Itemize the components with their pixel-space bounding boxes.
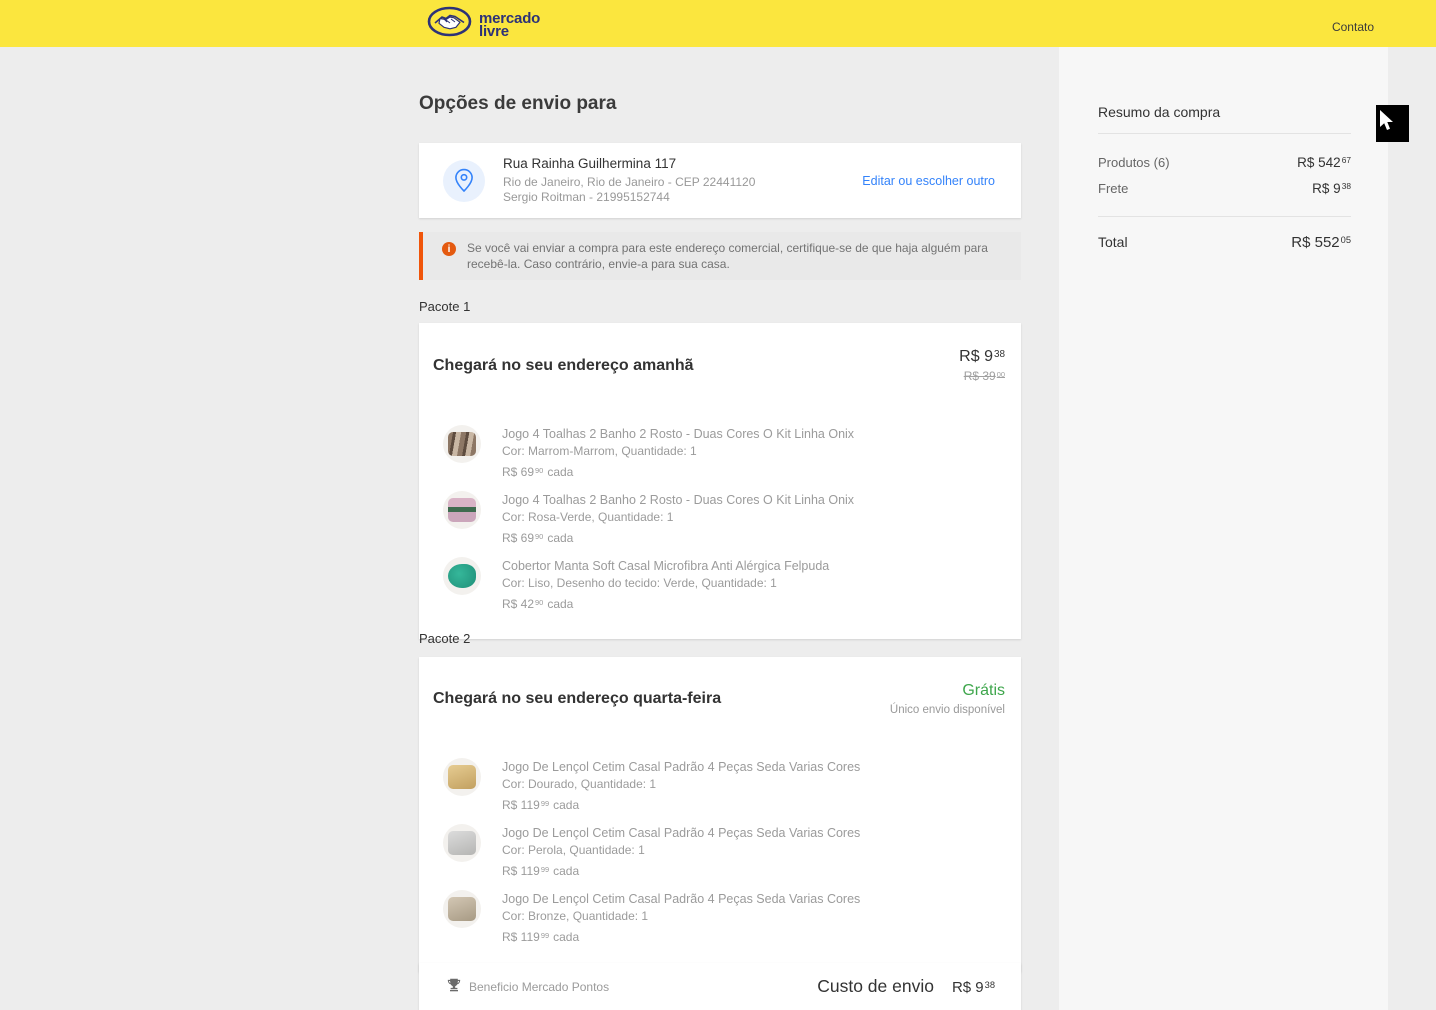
- package-2-label: Pacote 2: [419, 631, 471, 646]
- cost-group: Custo de envio R$ 938: [817, 976, 995, 997]
- product-title: Cobertor Manta Soft Casal Microfibra Ant…: [502, 559, 830, 573]
- product-thumbnail: [443, 425, 481, 463]
- product-title: Jogo 4 Toalhas 2 Banho 2 Rosto - Duas Co…: [502, 427, 855, 441]
- summary-row-products: Produtos (6) R$ 54267: [1098, 155, 1351, 170]
- package-1-label: Pacote 1: [419, 299, 471, 314]
- benefit-label: Beneficio Mercado Pontos: [469, 979, 610, 994]
- shipping-cost-value: R$ 938: [951, 979, 995, 996]
- product-thumbnail: [443, 824, 481, 862]
- product-row: Jogo 4 Toalhas 2 Banho 2 Rosto - Duas Co…: [419, 425, 1021, 479]
- summary-panel: Resumo da compra Produtos (6) R$ 54267 F…: [1059, 47, 1388, 1010]
- product-thumbnail: [443, 491, 481, 529]
- product-title: Jogo De Lençol Cetim Casal Padrão 4 Peça…: [502, 892, 861, 906]
- summary-frete-label: Frete: [1098, 181, 1129, 196]
- header: mercado livre Contato: [0, 0, 1436, 47]
- page-title: Opções de envio para: [419, 93, 617, 114]
- brand-text: mercado livre: [479, 9, 541, 40]
- info-icon: i: [442, 242, 456, 256]
- product-title: Jogo 4 Toalhas 2 Banho 2 Rosto - Duas Co…: [502, 493, 855, 507]
- product-price: R$ 6990 cada: [502, 465, 574, 479]
- summary-products-label: Produtos (6): [1098, 155, 1170, 170]
- product-price: R$ 11999 cada: [502, 930, 580, 944]
- product-price: R$ 11999 cada: [502, 864, 580, 878]
- free-note: Único envio disponível: [889, 704, 1005, 716]
- product-title: Jogo De Lençol Cetim Casal Padrão 4 Peça…: [502, 826, 861, 840]
- product-attrs: Cor: Rosa-Verde, Quantidade: 1: [502, 510, 674, 524]
- product-row: Jogo 4 Toalhas 2 Banho 2 Rosto - Duas Co…: [419, 491, 1021, 545]
- notice-text: Se você vai enviar a compra para este en…: [467, 241, 988, 271]
- location-pin-icon: [443, 159, 485, 202]
- shipping-2-title: Chegará no seu endereço quarta-feira: [433, 690, 722, 707]
- product-price: R$ 4290 cada: [502, 597, 574, 611]
- shipping-cost-bar: Beneficio Mercado Pontos Custo de envio …: [419, 963, 1021, 1010]
- product-thumbnail: [443, 758, 481, 796]
- package-2-items: Jogo De Lençol Cetim Casal Padrão 4 Peça…: [419, 736, 1021, 944]
- summary-title: Resumo da compra: [1098, 104, 1351, 134]
- summary-row-frete: Frete R$ 938: [1098, 181, 1351, 196]
- shipping-1-old-price: R$ 3900: [963, 369, 1005, 383]
- purchase-summary: Resumo da compra Produtos (6) R$ 54267 F…: [1098, 104, 1351, 251]
- contato-link[interactable]: Contato: [1332, 20, 1374, 34]
- benefit-group: Beneficio Mercado Pontos: [447, 978, 609, 995]
- summary-total-value: R$ 55205: [1291, 234, 1351, 251]
- edit-address-link[interactable]: Editar ou escolher outro: [862, 174, 995, 188]
- shipping-option-2[interactable]: Chegará no seu endereço quarta-feira Grá…: [419, 657, 1021, 736]
- summary-divider: [1098, 216, 1351, 217]
- product-attrs: Cor: Dourado, Quantidade: 1: [502, 777, 657, 791]
- package-1-card: Chegará no seu endereço amanhã R$ 938 R$…: [419, 323, 1021, 639]
- shipping-cost-label: Custo de envio: [817, 976, 934, 996]
- shipping-1-price-block: R$ 938 R$ 3900: [959, 348, 1005, 383]
- package-2-card: Chegará no seu endereço quarta-feira Grá…: [419, 657, 1021, 972]
- mercadolivre-logo[interactable]: mercado livre: [427, 6, 540, 43]
- shipping-1-price: R$ 938: [959, 348, 1005, 365]
- product-attrs: Cor: Perola, Quantidade: 1: [502, 843, 645, 857]
- product-row: Jogo De Lençol Cetim Casal Padrão 4 Peça…: [419, 824, 1021, 878]
- summary-frete-value: R$ 938: [1312, 181, 1351, 196]
- summary-total-label: Total: [1098, 234, 1128, 250]
- product-attrs: Cor: Liso, Desenho do tecido: Verde, Qua…: [502, 576, 777, 590]
- address-text: Rua Rainha Guilhermina 117 Rio de Janeir…: [503, 156, 755, 205]
- address-line2: Rio de Janeiro, Rio de Janeiro - CEP 224…: [503, 175, 756, 189]
- trophy-icon: [447, 978, 461, 995]
- package-1-items: Jogo 4 Toalhas 2 Banho 2 Rosto - Duas Co…: [419, 403, 1021, 611]
- address-line1: Rua Rainha Guilhermina 117: [503, 156, 677, 171]
- summary-row-total: Total R$ 55205: [1098, 234, 1351, 251]
- product-row: Jogo De Lençol Cetim Casal Padrão 4 Peça…: [419, 758, 1021, 812]
- product-attrs: Cor: Marrom-Marrom, Quantidade: 1: [502, 444, 697, 458]
- free-badge: Grátis: [962, 682, 1005, 699]
- product-attrs: Cor: Bronze, Quantidade: 1: [502, 909, 649, 923]
- product-price: R$ 11999 cada: [502, 798, 580, 812]
- shipping-2-price-block: Grátis Único envio disponível: [890, 682, 1005, 716]
- product-row: Jogo De Lençol Cetim Casal Padrão 4 Peça…: [419, 890, 1021, 944]
- shipping-1-title: Chegará no seu endereço amanhã: [433, 356, 694, 374]
- address-line3: Sergio Roitman - 21995152744: [503, 190, 670, 204]
- summary-products-value: R$ 54267: [1297, 155, 1351, 170]
- product-thumbnail: [443, 890, 481, 928]
- cursor-overlay: [1376, 105, 1409, 142]
- logo-handshake-icon: [427, 6, 472, 43]
- product-title: Jogo De Lençol Cetim Casal Padrão 4 Peça…: [502, 760, 861, 774]
- product-price: R$ 6990 cada: [502, 531, 574, 545]
- product-thumbnail: [443, 557, 481, 595]
- shipping-option-1[interactable]: Chegará no seu endereço amanhã R$ 938 R$…: [419, 323, 1021, 403]
- address-card: Rua Rainha Guilhermina 117 Rio de Janeir…: [419, 143, 1021, 218]
- product-row: Cobertor Manta Soft Casal Microfibra Ant…: [419, 557, 1021, 611]
- notice-banner: i Se você vai enviar a compra para este …: [419, 232, 1021, 280]
